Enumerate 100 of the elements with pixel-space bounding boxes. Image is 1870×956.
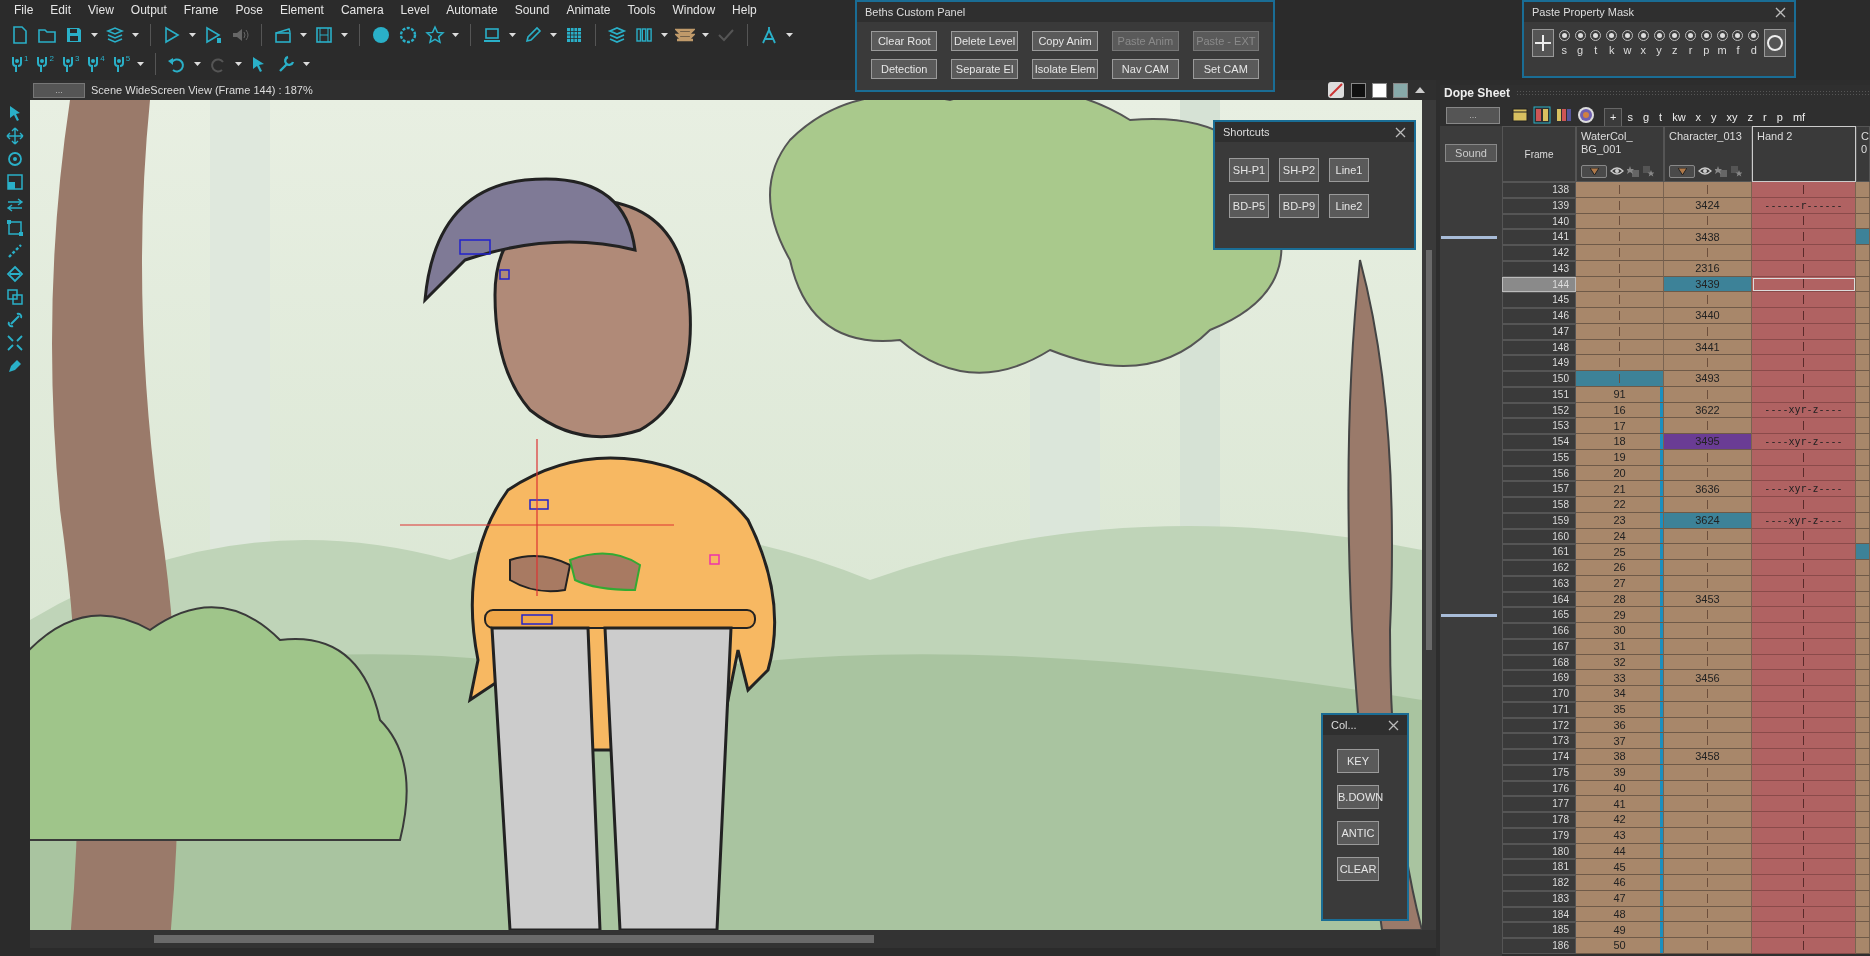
menu-item[interactable]: Animate xyxy=(566,3,611,17)
frame-number: 157 xyxy=(1502,481,1576,497)
script-button[interactable]: Delete Level xyxy=(951,31,1018,51)
menu-item[interactable]: Tools xyxy=(627,3,656,17)
peg-tool-button[interactable]: 1 xyxy=(10,53,29,74)
script-button[interactable]: Isolate Elem xyxy=(1031,59,1099,79)
timeline-cell[interactable]: 3636 xyxy=(1664,481,1752,497)
property-tab[interactable]: mf xyxy=(1787,109,1811,126)
pose-button[interactable]: KEY xyxy=(1337,749,1379,773)
menu-item[interactable]: Element xyxy=(279,3,324,17)
timeline-cell[interactable]: ----xyr-z---- xyxy=(1752,481,1856,497)
shortcut-button[interactable]: BD-P5 xyxy=(1229,194,1269,218)
frame-number: 153 xyxy=(1502,418,1576,434)
property-label: w xyxy=(1623,44,1632,56)
shortcut-button[interactable]: Line1 xyxy=(1329,158,1369,182)
timeline-cell[interactable]: 49 xyxy=(1576,922,1664,938)
timeline-cell[interactable]: 41 xyxy=(1576,796,1664,812)
timeline-cell[interactable]: 50 xyxy=(1576,938,1664,954)
script-button[interactable]: Copy Anim xyxy=(1031,31,1099,51)
menu-item[interactable]: Sound xyxy=(514,3,550,17)
shortcut-button[interactable]: SH-P2 xyxy=(1279,158,1319,182)
timeline-cell[interactable]: 18 xyxy=(1576,434,1664,450)
property-tab[interactable]: g xyxy=(1637,109,1655,126)
timeline-cell[interactable]: 38 xyxy=(1576,749,1664,765)
timeline-cell[interactable]: 3458 xyxy=(1664,749,1752,765)
exposure-value: 3441 xyxy=(1695,340,1720,353)
timeline-cell[interactable]: 21 xyxy=(1576,481,1664,497)
panel-title: Dope Sheet xyxy=(1444,85,1510,100)
shortcut-button[interactable]: BD-P9 xyxy=(1279,194,1319,218)
script-button[interactable]: Set CAM xyxy=(1192,59,1259,79)
peg-tool-button[interactable]: 2 xyxy=(35,53,54,74)
timeline-cell[interactable]: 34 xyxy=(1576,686,1664,702)
menu-item[interactable]: View xyxy=(88,3,114,17)
script-button[interactable]: Nav CAM xyxy=(1112,59,1179,79)
exposure-value: 18 xyxy=(1613,435,1626,448)
timeline-cell[interactable]: 17 xyxy=(1576,418,1664,434)
exposure-value: ----xyr-z---- xyxy=(1764,514,1843,526)
property-label: x xyxy=(1640,44,1646,56)
menu-item[interactable]: Frame xyxy=(183,3,219,17)
script-button[interactable]: Clear Root xyxy=(871,31,938,51)
timeline-cell[interactable]: 42 xyxy=(1576,812,1664,828)
column-header[interactable]: Hand 2 xyxy=(1752,126,1856,182)
menu-item[interactable]: Pose xyxy=(235,3,263,17)
timeline-cell[interactable]: ----xyr-z---- xyxy=(1752,434,1856,450)
timeline-cell[interactable]: 26 xyxy=(1576,560,1664,576)
shortcut-button[interactable]: Line2 xyxy=(1329,194,1369,218)
timeline-cell[interactable]: 45 xyxy=(1576,859,1664,875)
timeline-cell[interactable]: 30 xyxy=(1576,623,1664,639)
timeline-cell[interactable]: 33 xyxy=(1576,670,1664,686)
property-tab[interactable]: z xyxy=(1742,109,1759,126)
peg-tool-button[interactable]: 3 xyxy=(60,53,80,74)
view-menu-button[interactable]: ... xyxy=(33,82,85,98)
timeline-cell[interactable]: 25 xyxy=(1576,544,1664,560)
property-tab[interactable]: t xyxy=(1654,109,1668,126)
column-header[interactable]: Character_013 xyxy=(1664,126,1752,182)
menu-item[interactable]: Level xyxy=(400,3,430,17)
menu-item[interactable]: Window xyxy=(672,3,716,17)
timeline-cell[interactable]: 3438 xyxy=(1664,229,1752,245)
timeline-cell[interactable]: 3456 xyxy=(1664,670,1752,686)
exposure-value: 23 xyxy=(1613,514,1626,527)
timeline-cell[interactable]: 22 xyxy=(1576,497,1664,513)
column-header[interactable]: C 0 xyxy=(1856,126,1870,182)
timeline-cell[interactable]: 3493 xyxy=(1664,371,1752,387)
script-button[interactable]: Separate El xyxy=(951,59,1018,79)
frame-number: 165 xyxy=(1502,607,1576,623)
exposure-value: 32 xyxy=(1613,655,1626,668)
frame-number: 142 xyxy=(1502,245,1576,261)
frame-number: 161 xyxy=(1502,544,1576,560)
pose-button[interactable]: ANTIC xyxy=(1337,821,1379,845)
exposure-value: ----xyr-z---- xyxy=(1764,435,1843,447)
menu-item[interactable]: Output xyxy=(130,3,167,17)
column-header[interactable]: WaterCol_ BG_001 xyxy=(1576,126,1664,182)
pose-button[interactable]: CLEAR xyxy=(1337,857,1379,881)
property-tab[interactable]: y xyxy=(1706,109,1722,126)
property-tab[interactable]: x xyxy=(1690,109,1707,126)
menu-item[interactable]: Help xyxy=(732,3,757,17)
timeline-cell[interactable]: 46 xyxy=(1576,875,1664,891)
dope-menu-button[interactable]: ... xyxy=(1446,106,1500,124)
frame-number: 162 xyxy=(1502,560,1576,576)
peg-tool-button[interactable]: 4 xyxy=(86,53,105,74)
timeline-cell[interactable]: 37 xyxy=(1576,733,1664,749)
frame-number: 154 xyxy=(1502,434,1576,450)
menu-item[interactable]: Camera xyxy=(340,3,384,17)
property-tab[interactable]: s xyxy=(1622,109,1638,126)
timeline-cell[interactable]: 29 xyxy=(1576,607,1664,623)
property-tab[interactable]: xy xyxy=(1721,109,1743,126)
property-label: p xyxy=(1703,44,1710,56)
property-tab[interactable]: p xyxy=(1771,109,1788,126)
menu-item[interactable]: Automate xyxy=(446,3,498,17)
property-tab[interactable]: kw xyxy=(1667,109,1691,126)
property-tab[interactable]: + xyxy=(1604,108,1623,126)
menu-item[interactable]: File xyxy=(14,3,34,17)
peg-tool-button[interactable]: 5 xyxy=(111,53,131,74)
shortcut-button[interactable]: SH-P1 xyxy=(1229,158,1269,182)
menu-item[interactable]: Edit xyxy=(50,3,72,17)
exposure-value: 3622 xyxy=(1695,403,1720,416)
property-tab[interactable]: r xyxy=(1758,109,1772,126)
script-button[interactable]: Detection xyxy=(871,59,938,79)
timeline-cell[interactable]: 3440 xyxy=(1664,308,1752,324)
sound-button[interactable]: Sound xyxy=(1445,144,1497,162)
